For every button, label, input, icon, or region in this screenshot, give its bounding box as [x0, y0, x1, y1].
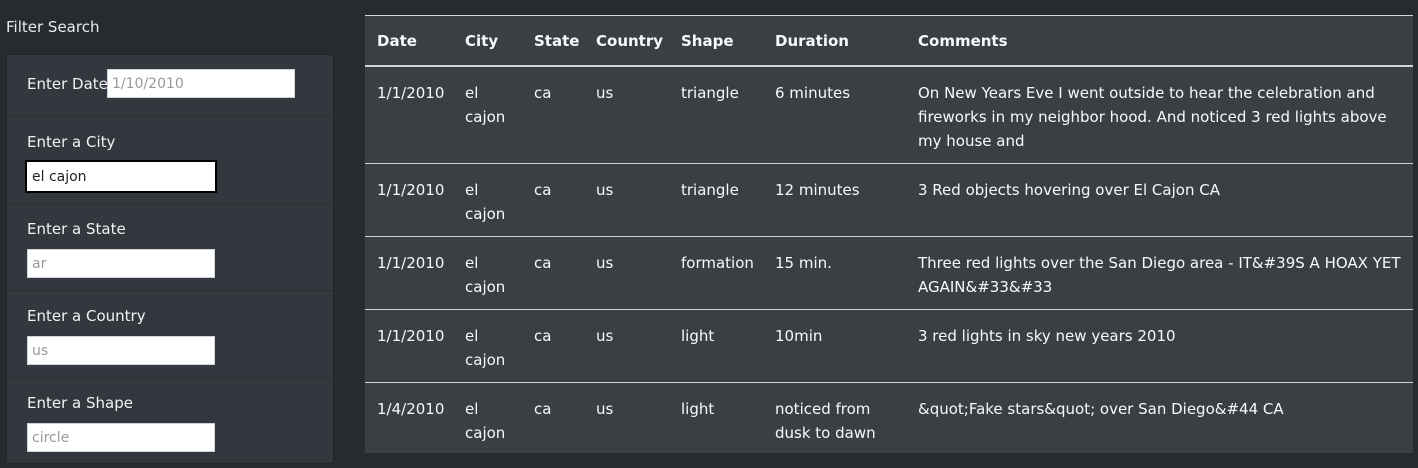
- cell-comments: 3 Red objects hovering over El Cajon CA: [906, 162, 1413, 236]
- cell-shape: triangle: [669, 65, 763, 163]
- table-header-row: Date City State Country Shape Duration C…: [365, 15, 1413, 67]
- city-input[interactable]: [25, 160, 217, 193]
- cell-country: us: [584, 65, 669, 163]
- cell-duration: noticed from dusk to dawn: [763, 381, 906, 453]
- cell-state: ca: [522, 65, 584, 163]
- filter-item-city: Enter a City: [7, 116, 333, 203]
- header-comments: Comments: [906, 15, 1413, 67]
- cell-city: el cajon: [453, 162, 522, 236]
- cell-comments: &quot;Fake stars&quot; over San Diego&#4…: [906, 381, 1413, 453]
- cell-duration: 12 minutes: [763, 162, 906, 236]
- cell-date: 1/1/2010: [365, 308, 453, 382]
- table-row: 1/1/2010 el cajon ca us light 10min 3 re…: [365, 308, 1413, 382]
- ufo-results-table: Date City State Country Shape Duration C…: [365, 15, 1413, 453]
- cell-country: us: [584, 308, 669, 382]
- cell-duration: 10min: [763, 308, 906, 382]
- cell-date: 1/1/2010: [365, 65, 453, 163]
- cell-state: ca: [522, 162, 584, 236]
- table-row: 1/1/2010 el cajon ca us triangle 12 minu…: [365, 162, 1413, 236]
- cell-shape: light: [669, 308, 763, 382]
- header-state: State: [522, 15, 584, 67]
- header-duration: Duration: [763, 15, 906, 67]
- country-label: Enter a Country: [27, 307, 146, 325]
- cell-date: 1/1/2010: [365, 162, 453, 236]
- cell-city: el cajon: [453, 381, 522, 453]
- filter-item-shape: Enter a Shape: [7, 377, 333, 464]
- cell-duration: 15 min.: [763, 235, 906, 309]
- header-shape: Shape: [669, 15, 763, 67]
- filter-item-country: Enter a Country: [7, 290, 333, 377]
- cell-state: ca: [522, 308, 584, 382]
- cell-state: ca: [522, 381, 584, 453]
- cell-country: us: [584, 235, 669, 309]
- filter-item-state: Enter a State: [7, 203, 333, 290]
- table-row: 1/1/2010 el cajon ca us formation 15 min…: [365, 235, 1413, 309]
- date-input[interactable]: [107, 69, 295, 98]
- cell-comments: Three red lights over the San Diego area…: [906, 235, 1413, 309]
- shape-input[interactable]: [27, 423, 215, 452]
- state-input[interactable]: [27, 249, 215, 278]
- cell-comments: On New Years Eve I went outside to hear …: [906, 65, 1413, 163]
- cell-date: 1/4/2010: [365, 381, 453, 453]
- cell-comments: 3 red lights in sky new years 2010: [906, 308, 1413, 382]
- filter-item-date: Enter Date: [7, 55, 333, 116]
- cell-city: el cajon: [453, 235, 522, 309]
- cell-shape: formation: [669, 235, 763, 309]
- filter-search-title: Filter Search: [6, 18, 100, 36]
- header-country: Country: [584, 15, 669, 67]
- cell-country: us: [584, 381, 669, 453]
- city-label: Enter a City: [27, 133, 116, 151]
- table-row: 1/4/2010 el cajon ca us light noticed fr…: [365, 381, 1413, 453]
- cell-city: el cajon: [453, 65, 522, 163]
- cell-date: 1/1/2010: [365, 235, 453, 309]
- cell-city: el cajon: [453, 308, 522, 382]
- cell-duration: 6 minutes: [763, 65, 906, 163]
- cell-country: us: [584, 162, 669, 236]
- header-city: City: [453, 15, 522, 67]
- country-input[interactable]: [27, 336, 215, 365]
- filter-panel: Enter Date Enter a City Enter a State En…: [6, 54, 334, 464]
- header-date: Date: [365, 15, 453, 67]
- state-label: Enter a State: [27, 220, 126, 238]
- ufo-sightings-page: Filter Search Enter Date Enter a City En…: [0, 0, 1418, 468]
- date-label: Enter Date: [27, 75, 108, 93]
- results-table-container: Date City State Country Shape Duration C…: [365, 15, 1413, 453]
- cell-shape: triangle: [669, 162, 763, 236]
- cell-shape: light: [669, 381, 763, 453]
- cell-state: ca: [522, 235, 584, 309]
- shape-label: Enter a Shape: [27, 394, 133, 412]
- table-row: 1/1/2010 el cajon ca us triangle 6 minut…: [365, 65, 1413, 163]
